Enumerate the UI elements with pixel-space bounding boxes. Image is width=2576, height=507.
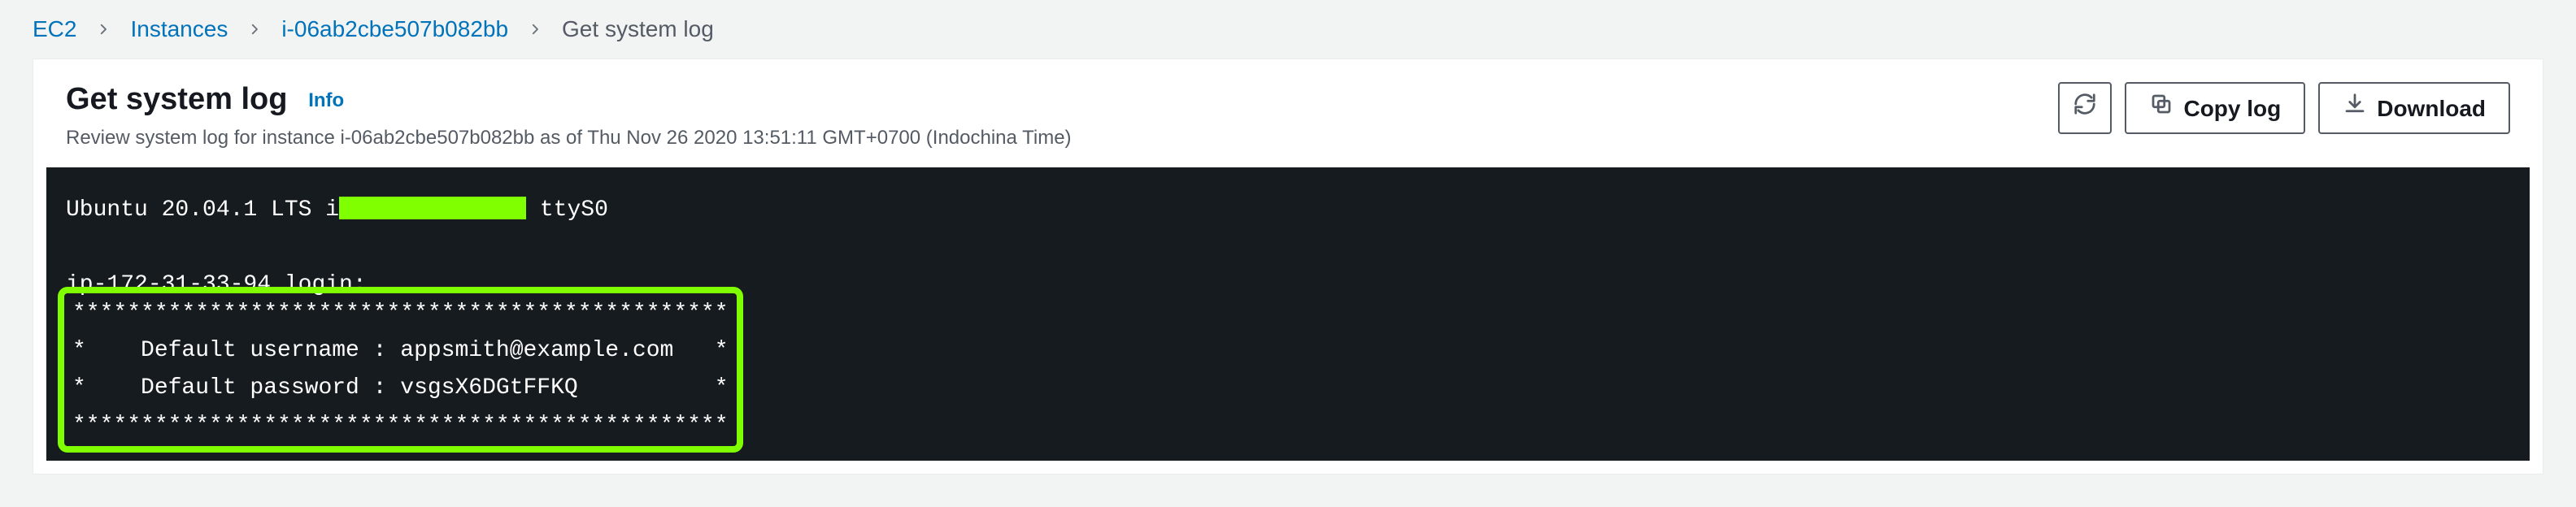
breadcrumb-link-instances[interactable]: Instances	[130, 16, 228, 42]
refresh-button[interactable]	[2058, 82, 2112, 134]
log-line-password: * Default password : vsgsX6DGtFFKQ *	[64, 370, 729, 407]
info-link[interactable]: Info	[308, 89, 344, 111]
system-log-panel: Get system log Info Review system log fo…	[33, 58, 2543, 474]
log-blank	[66, 229, 2510, 266]
download-button[interactable]: Download	[2318, 82, 2510, 134]
download-icon	[2343, 92, 2367, 124]
page-subtitle: Review system log for instance i-06ab2cb…	[66, 127, 1072, 150]
breadcrumb-current: Get system log	[562, 16, 714, 42]
title-block: Get system log Info Review system log fo…	[66, 82, 1072, 150]
breadcrumb-link-instance-id[interactable]: i-06ab2cbe507b082bb	[281, 16, 508, 42]
log-line: Ubuntu 20.04.1 LTS i ttyS0	[66, 192, 2510, 229]
action-bar: Copy log Download	[2058, 82, 2510, 134]
terminal-container: Ubuntu 20.04.1 LTS i ttyS0 ip-172-31-33-…	[33, 167, 2543, 474]
copy-icon	[2149, 92, 2174, 124]
log-line-border: ****************************************…	[64, 407, 729, 444]
redacted-hostname	[339, 197, 526, 219]
system-log-output[interactable]: Ubuntu 20.04.1 LTS i ttyS0 ip-172-31-33-…	[46, 167, 2530, 461]
log-line-border: ****************************************…	[64, 295, 729, 332]
chevron-right-icon	[96, 22, 111, 37]
download-label: Download	[2377, 93, 2486, 124]
copy-log-button[interactable]: Copy log	[2125, 82, 2305, 134]
breadcrumb: EC2 Instances i-06ab2cbe507b082bb Get sy…	[0, 0, 2576, 58]
credentials-highlight: ****************************************…	[58, 287, 743, 453]
panel-header: Get system log Info Review system log fo…	[33, 59, 2543, 167]
refresh-icon	[2073, 92, 2097, 124]
page-title: Get system log	[66, 82, 287, 116]
copy-log-label: Copy log	[2183, 93, 2281, 124]
log-line-username: * Default username : appsmith@example.co…	[64, 332, 729, 370]
chevron-right-icon	[247, 22, 262, 37]
chevron-right-icon	[528, 22, 542, 37]
breadcrumb-link-ec2[interactable]: EC2	[33, 16, 76, 42]
